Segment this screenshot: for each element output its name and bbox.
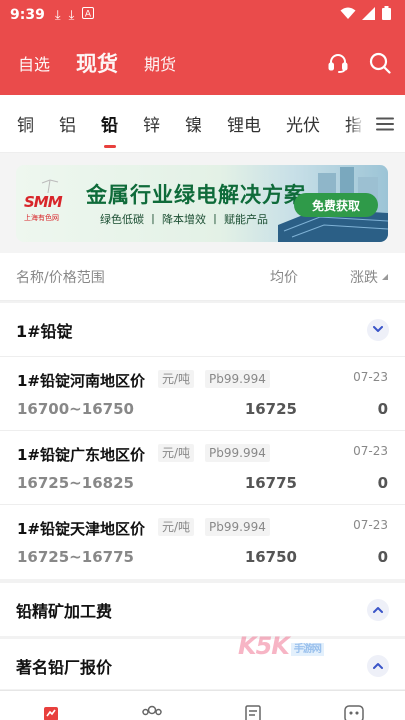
group-title: 1#铅锭 xyxy=(16,321,73,341)
chevron-up-icon[interactable] xyxy=(367,654,389,677)
price-name: 1#铅锭天津地区价 xyxy=(17,520,146,538)
group-header[interactable]: 1#铅锭 xyxy=(0,303,405,357)
avg-price: 16725 xyxy=(244,400,297,418)
group-header[interactable]: 铅精矿加工费 xyxy=(0,583,405,636)
price-range: 16725~16825 xyxy=(17,474,134,492)
tab-nickel[interactable]: 镍 xyxy=(185,111,202,136)
battery-icon xyxy=(382,6,391,24)
main-header: 自选 现货 期货 xyxy=(0,30,405,95)
watermark-text: K5K xyxy=(238,632,290,660)
group-title: 铅精矿加工费 xyxy=(16,601,113,621)
unit-tag: 元/吨 xyxy=(158,518,195,536)
tab-spot[interactable]: 现货 xyxy=(76,48,118,78)
price-date: 07-23 xyxy=(353,370,388,384)
price-row[interactable]: 1#铅锭河南地区价 元/吨 Pb99.994 07-23 16700~16750… xyxy=(0,357,405,431)
group-card-lead-ingot: 1#铅锭 1#铅锭河南地区价 元/吨 Pb99.994 07-23 16700~… xyxy=(0,303,405,579)
change-column-header[interactable]: 涨跌 xyxy=(350,267,389,287)
price-range: 16725~16775 xyxy=(17,548,134,566)
promo-banner[interactable]: SMM 上海有色网 金属行业绿电解决方案 绿色低碳 丨 降本增效 丨 赋能产品 … xyxy=(16,165,388,242)
tab-aluminium[interactable]: 铝 xyxy=(59,111,76,136)
price-change: 0 xyxy=(377,474,388,492)
change-column-label: 涨跌 xyxy=(350,269,378,286)
download-icon: ⤓ xyxy=(54,7,61,23)
avg-price: 16750 xyxy=(244,548,297,566)
svg-text:A: A xyxy=(85,10,92,20)
grade-tag: Pb99.994 xyxy=(205,444,270,462)
banner-title: 金属行业绿电解决方案 xyxy=(86,183,306,207)
tab-futures[interactable]: 期货 xyxy=(144,51,176,75)
tab-zinc[interactable]: 锌 xyxy=(143,111,160,136)
sort-icon xyxy=(382,273,388,280)
signal-icon xyxy=(362,6,376,24)
price-row[interactable]: 1#铅锭天津地区价 元/吨 Pb99.994 07-23 16725~16775… xyxy=(0,505,405,579)
price-change: 0 xyxy=(377,548,388,566)
wifi-icon xyxy=(340,7,356,24)
avg-price: 16775 xyxy=(244,474,297,492)
tab-lithium-battery[interactable]: 锂电 xyxy=(227,111,261,136)
price-row[interactable]: 1#铅锭广东地区价 元/吨 Pb99.994 07-23 16725~16825… xyxy=(0,431,405,505)
price-change: 0 xyxy=(377,400,388,418)
search-icon[interactable] xyxy=(369,52,391,74)
group-title: 著名铅厂报价 xyxy=(16,657,113,677)
tab-copper[interactable]: 铜 xyxy=(17,111,34,136)
chevron-down-icon[interactable] xyxy=(367,318,389,341)
grade-tag: Pb99.994 xyxy=(205,518,270,536)
download-icon: ⤓ xyxy=(68,7,75,23)
tab-photovoltaic[interactable]: 光伏 xyxy=(286,111,320,136)
price-name: 1#铅锭河南地区价 xyxy=(17,372,146,390)
list-header: 名称/价格范围 均价 涨跌 xyxy=(0,253,405,301)
community-icon[interactable] xyxy=(140,705,164,720)
headset-icon[interactable] xyxy=(327,52,349,74)
group-card-famous-smelter-quotes: 著名铅厂报价 xyxy=(0,639,405,689)
chevron-up-icon[interactable] xyxy=(367,598,389,621)
status-time: 9:39 xyxy=(10,7,45,23)
smm-logo-subtitle: 上海有色网 xyxy=(24,214,59,222)
group-card-lead-concentrate-fee: 铅精矿加工费 xyxy=(0,583,405,636)
site-watermark: K5K 手游网 xyxy=(238,632,324,660)
price-date: 07-23 xyxy=(353,444,388,458)
market-icon[interactable] xyxy=(39,705,63,720)
price-date: 07-23 xyxy=(353,518,388,532)
news-icon[interactable] xyxy=(241,705,265,720)
unit-tag: 元/吨 xyxy=(158,444,195,462)
menu-icon[interactable] xyxy=(365,95,405,152)
watermark-sub: 手游网 xyxy=(290,642,324,656)
smm-logo: SMM 上海有色网 xyxy=(24,177,82,231)
grade-tag: Pb99.994 xyxy=(205,370,270,388)
font-icon: A xyxy=(82,7,95,23)
bottom-nav xyxy=(0,690,405,720)
tab-lead[interactable]: 铅 xyxy=(101,111,118,148)
unit-tag: 元/吨 xyxy=(158,370,195,388)
chat-icon[interactable] xyxy=(342,705,366,720)
smm-logo-text: SMM xyxy=(24,193,63,211)
top-header-area: 9:39 ⤓ ⤓ A 自选 现货 期货 xyxy=(0,0,405,95)
banner-subtitle: 绿色低碳 丨 降本增效 丨 赋能产品 xyxy=(100,213,268,226)
tab-index[interactable]: 指 xyxy=(345,111,362,136)
group-header[interactable]: 著名铅厂报价 xyxy=(0,639,405,692)
avg-column-header: 均价 xyxy=(270,269,298,286)
name-column-header: 名称/价格范围 xyxy=(16,269,105,286)
free-get-button[interactable]: 免费获取 xyxy=(294,193,378,217)
banner-area: SMM 上海有色网 金属行业绿电解决方案 绿色低碳 丨 降本增效 丨 赋能产品 … xyxy=(0,153,405,253)
metal-tabs: 铜 铝 铅 锌 镍 锂电 光伏 指 xyxy=(0,95,405,153)
price-range: 16700~16750 xyxy=(17,400,134,418)
price-name: 1#铅锭广东地区价 xyxy=(17,446,146,464)
tab-watchlist[interactable]: 自选 xyxy=(18,51,50,75)
status-bar: 9:39 ⤓ ⤓ A xyxy=(0,0,405,30)
